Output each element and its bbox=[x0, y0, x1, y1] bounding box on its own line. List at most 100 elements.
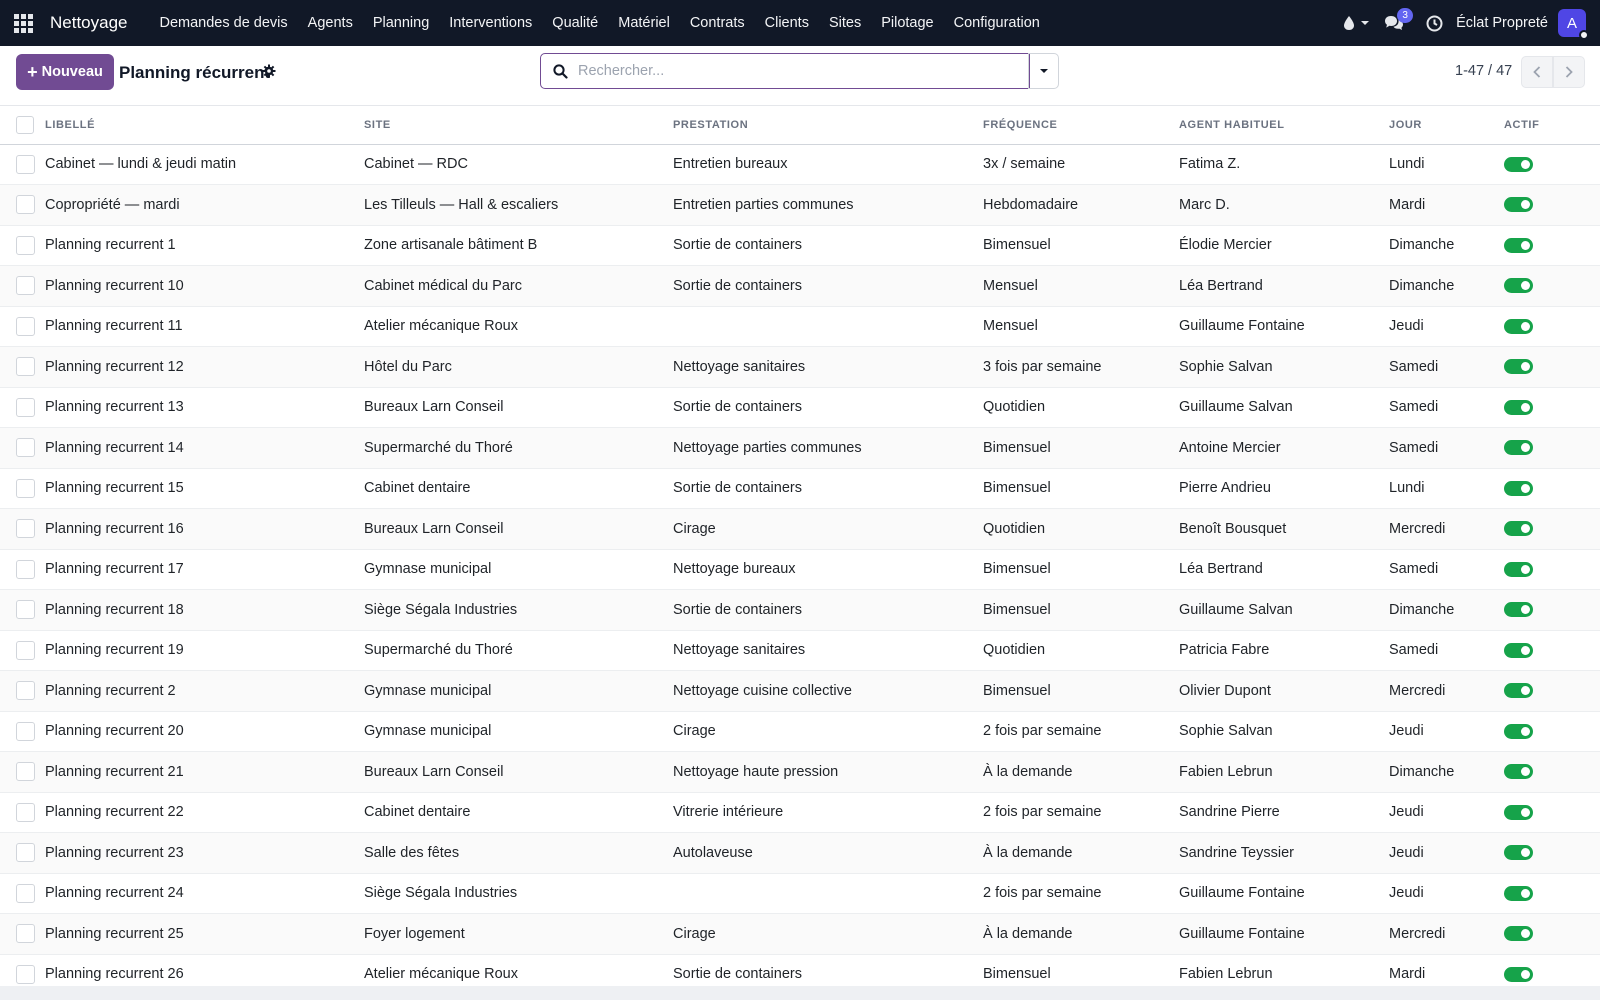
frequence-cell[interactable]: Quotidien bbox=[983, 387, 1179, 428]
site-cell[interactable]: Hôtel du Parc bbox=[364, 346, 673, 388]
menu-item-qualite[interactable]: Qualité bbox=[542, 0, 608, 46]
libelle-cell[interactable]: Cabinet — lundi & jeudi matin bbox=[45, 144, 364, 185]
search-input[interactable] bbox=[578, 63, 998, 79]
table-row[interactable]: Copropriété — mardi Les Tilleuls — Hall &… bbox=[0, 184, 1600, 226]
actif-toggle[interactable] bbox=[1504, 683, 1533, 699]
prestation-cell[interactable]: Nettoyage sanitaires bbox=[673, 630, 983, 671]
libelle-cell[interactable]: Planning recurrent 22 bbox=[45, 792, 364, 833]
actif-toggle[interactable] bbox=[1504, 440, 1533, 456]
column-header-jour[interactable]: JOUR bbox=[1389, 106, 1504, 145]
libelle-cell[interactable]: Planning recurrent 24 bbox=[45, 873, 364, 914]
agent-cell[interactable]: Léa Bertrand bbox=[1179, 265, 1389, 307]
site-cell[interactable]: Cabinet médical du Parc bbox=[364, 265, 673, 307]
site-cell[interactable]: Les Tilleuls — Hall & escaliers bbox=[364, 184, 673, 226]
jour-cell[interactable]: Jeudi bbox=[1389, 873, 1504, 914]
column-header-frequence[interactable]: FRÉQUENCE bbox=[983, 106, 1179, 145]
prestation-cell[interactable]: Nettoyage sanitaires bbox=[673, 346, 983, 388]
actif-toggle[interactable] bbox=[1504, 602, 1533, 618]
site-cell[interactable]: Gymnase municipal bbox=[364, 670, 673, 712]
row-checkbox[interactable] bbox=[16, 316, 35, 336]
actif-toggle[interactable] bbox=[1504, 804, 1533, 820]
frequence-cell[interactable]: Bimensuel bbox=[983, 427, 1179, 469]
prestation-cell[interactable]: Sortie de containers bbox=[673, 589, 983, 631]
row-checkbox[interactable] bbox=[16, 640, 35, 660]
table-row[interactable]: Planning recurrent 17 Gymnase municipal Ne… bbox=[0, 549, 1600, 590]
menu-item-pilotage[interactable]: Pilotage bbox=[871, 0, 943, 46]
libelle-cell[interactable]: Planning recurrent 15 bbox=[45, 468, 364, 509]
menu-item-demandes-de-devis[interactable]: Demandes de devis bbox=[150, 0, 298, 46]
agent-cell[interactable]: Sandrine Pierre bbox=[1179, 792, 1389, 833]
site-cell[interactable]: Bureaux Larn Conseil bbox=[364, 508, 673, 550]
libelle-cell[interactable]: Planning recurrent 18 bbox=[45, 589, 364, 631]
site-cell[interactable]: Atelier mécanique Roux bbox=[364, 954, 673, 986]
jour-cell[interactable]: Dimanche bbox=[1389, 265, 1504, 307]
libelle-cell[interactable]: Planning recurrent 16 bbox=[45, 508, 364, 550]
prestation-cell[interactable]: Sortie de containers bbox=[673, 468, 983, 509]
actif-toggle[interactable] bbox=[1504, 642, 1533, 658]
row-checkbox[interactable] bbox=[16, 235, 35, 255]
row-checkbox[interactable] bbox=[16, 843, 35, 863]
user-avatar[interactable]: A bbox=[1558, 9, 1589, 40]
agent-cell[interactable]: Élodie Mercier bbox=[1179, 225, 1389, 266]
table-row[interactable]: Planning recurrent 23 Salle des fêtes Auto… bbox=[0, 832, 1600, 874]
prestation-cell[interactable]: Sortie de containers bbox=[673, 265, 983, 307]
prestation-cell[interactable]: Nettoyage haute pression bbox=[673, 751, 983, 793]
agent-cell[interactable]: Olivier Dupont bbox=[1179, 670, 1389, 712]
frequence-cell[interactable]: Mensuel bbox=[983, 306, 1179, 347]
menu-item-configuration[interactable]: Configuration bbox=[944, 0, 1050, 46]
table-row[interactable]: Planning recurrent 22 Cabinet dentaire Vit… bbox=[0, 792, 1600, 833]
row-checkbox[interactable] bbox=[16, 924, 35, 944]
actif-toggle[interactable] bbox=[1504, 521, 1533, 537]
agent-cell[interactable]: Patricia Fabre bbox=[1179, 630, 1389, 671]
libelle-cell[interactable]: Planning recurrent 1 bbox=[45, 225, 364, 266]
row-checkbox[interactable] bbox=[16, 195, 35, 215]
prestation-cell[interactable]: Nettoyage parties communes bbox=[673, 427, 983, 469]
table-row[interactable]: Planning recurrent 2 Gymnase municipal Net… bbox=[0, 670, 1600, 712]
prestation-cell[interactable] bbox=[673, 306, 983, 347]
actif-toggle[interactable] bbox=[1504, 399, 1533, 415]
gear-icon[interactable] bbox=[262, 64, 276, 81]
agent-cell[interactable]: Antoine Mercier bbox=[1179, 427, 1389, 469]
libelle-cell[interactable]: Planning recurrent 10 bbox=[45, 265, 364, 307]
prestation-cell[interactable]: Entretien bureaux bbox=[673, 144, 983, 185]
table-row[interactable]: Planning recurrent 24 Siège Ségala Indust… bbox=[0, 873, 1600, 914]
libelle-cell[interactable]: Copropriété — mardi bbox=[45, 184, 364, 226]
site-cell[interactable]: Salle des fêtes bbox=[364, 832, 673, 874]
actif-toggle[interactable] bbox=[1504, 561, 1533, 577]
prestation-cell[interactable]: Cirage bbox=[673, 711, 983, 752]
table-row[interactable]: Planning recurrent 14 Supermarché du Thor… bbox=[0, 427, 1600, 469]
frequence-cell[interactable]: Bimensuel bbox=[983, 468, 1179, 509]
jour-cell[interactable]: Mardi bbox=[1389, 184, 1504, 226]
jour-cell[interactable]: Dimanche bbox=[1389, 225, 1504, 266]
frequence-cell[interactable]: 3 fois par semaine bbox=[983, 346, 1179, 388]
pager-previous-button[interactable] bbox=[1521, 56, 1553, 88]
jour-cell[interactable]: Mardi bbox=[1389, 954, 1504, 986]
prestation-cell[interactable]: Cirage bbox=[673, 913, 983, 955]
actif-toggle[interactable] bbox=[1504, 723, 1533, 739]
activity-dropdown[interactable] bbox=[1336, 0, 1377, 46]
libelle-cell[interactable]: Planning recurrent 26 bbox=[45, 954, 364, 986]
activities-button[interactable] bbox=[1419, 0, 1450, 46]
row-checkbox[interactable] bbox=[16, 478, 35, 498]
menu-item-agents[interactable]: Agents bbox=[298, 0, 363, 46]
jour-cell[interactable]: Jeudi bbox=[1389, 792, 1504, 833]
row-checkbox[interactable] bbox=[16, 883, 35, 903]
actif-toggle[interactable] bbox=[1504, 197, 1533, 213]
pager-next-button[interactable] bbox=[1553, 56, 1585, 88]
table-row[interactable]: Planning recurrent 16 Bureaux Larn Consei… bbox=[0, 508, 1600, 550]
jour-cell[interactable]: Samedi bbox=[1389, 549, 1504, 590]
actif-toggle[interactable] bbox=[1504, 237, 1533, 253]
row-checkbox[interactable] bbox=[16, 357, 35, 377]
agent-cell[interactable]: Fabien Lebrun bbox=[1179, 751, 1389, 793]
jour-cell[interactable]: Mercredi bbox=[1389, 913, 1504, 955]
menu-item-clients[interactable]: Clients bbox=[755, 0, 819, 46]
table-row[interactable]: Planning recurrent 18 Siège Ségala Indust… bbox=[0, 589, 1600, 631]
company-switcher[interactable]: Éclat Propreté bbox=[1456, 15, 1548, 31]
prestation-cell[interactable]: Entretien parties communes bbox=[673, 184, 983, 226]
libelle-cell[interactable]: Planning recurrent 11 bbox=[45, 306, 364, 347]
frequence-cell[interactable]: Bimensuel bbox=[983, 589, 1179, 631]
frequence-cell[interactable]: Hebdomadaire bbox=[983, 184, 1179, 226]
column-header-prestation[interactable]: PRESTATION bbox=[673, 106, 983, 145]
site-cell[interactable]: Bureaux Larn Conseil bbox=[364, 387, 673, 428]
row-checkbox[interactable] bbox=[16, 721, 35, 741]
